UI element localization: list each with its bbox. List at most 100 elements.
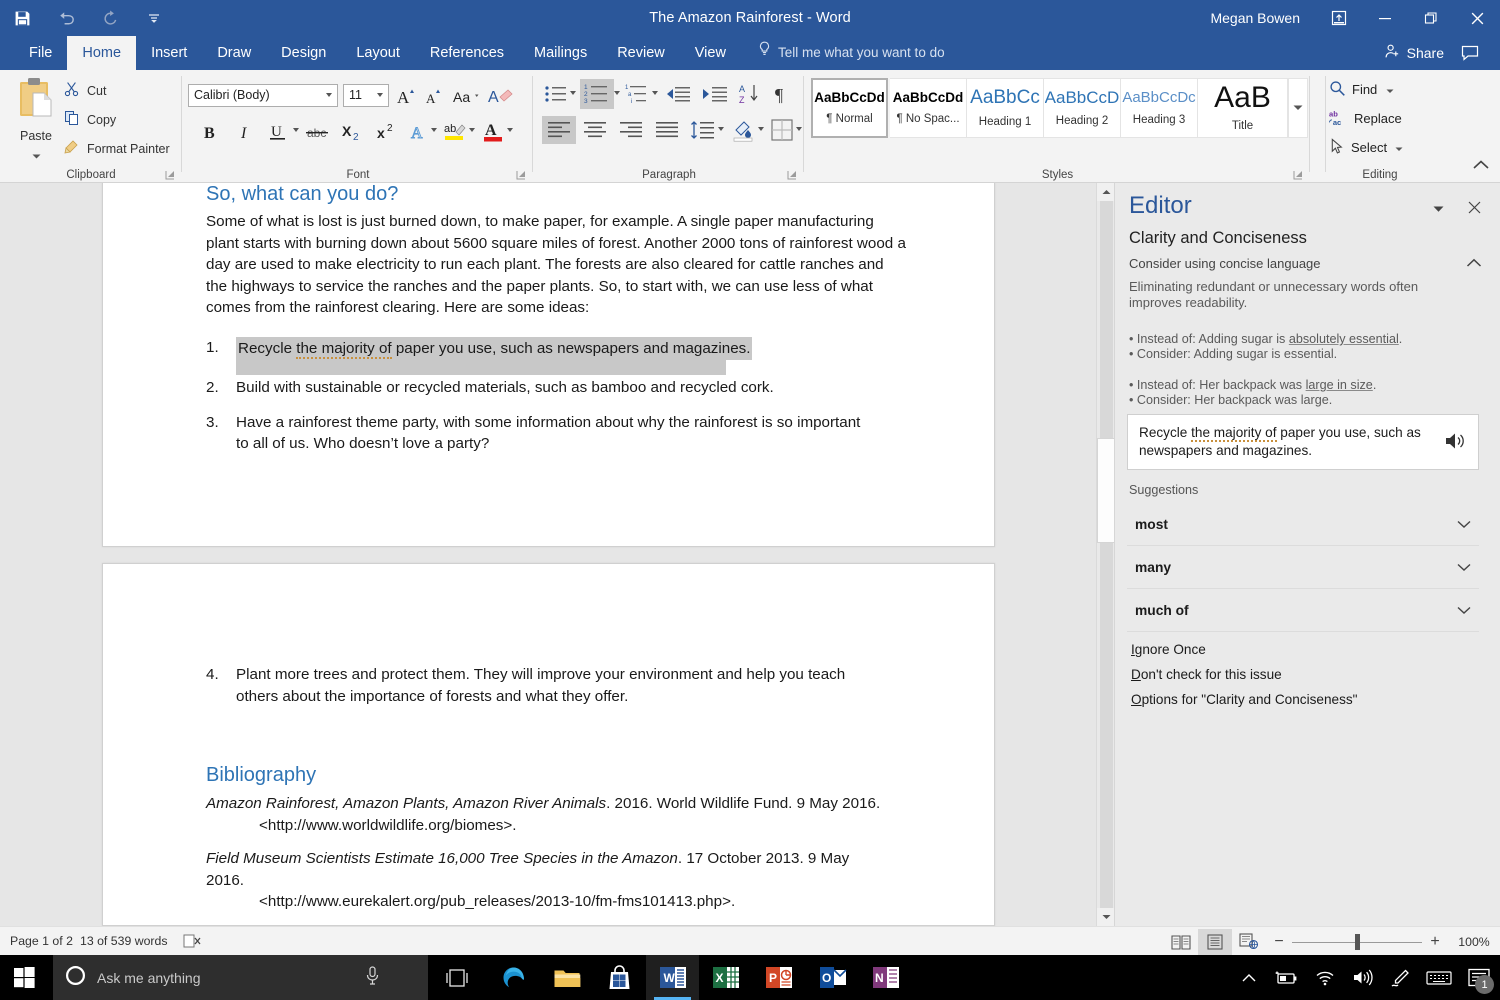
editor-collapse-icon[interactable] <box>1466 255 1484 273</box>
microphone-icon[interactable] <box>365 966 380 990</box>
grow-font-icon[interactable]: A <box>393 82 421 109</box>
show-hidden-icons-icon[interactable] <box>1230 955 1268 1000</box>
minimize-icon[interactable] <box>1362 0 1408 36</box>
account-name[interactable]: Megan Bowen <box>1210 0 1300 36</box>
underline-dropdown-icon[interactable] <box>293 128 299 132</box>
list-item-text[interactable]: Recycle the majority of paper you use, s… <box>236 337 752 361</box>
line-spacing-dropdown-icon[interactable] <box>718 127 724 131</box>
flagged-sentence-box[interactable]: Recycle the majority of paper you use, s… <box>1127 414 1479 470</box>
action-center-icon[interactable]: 1 <box>1458 955 1500 1000</box>
scroll-down-icon[interactable] <box>1097 908 1115 926</box>
tab-references[interactable]: References <box>415 36 519 70</box>
taskbar-app-onenote[interactable]: N <box>859 955 912 1000</box>
multilevel-list-icon[interactable]: 1ai <box>624 81 652 107</box>
zoom-level[interactable]: 100% <box>1448 935 1500 949</box>
tab-draw[interactable]: Draw <box>202 36 266 70</box>
style-heading-3[interactable]: AaBbCcDc Heading 3 <box>1121 78 1198 138</box>
line-spacing-icon[interactable] <box>688 116 718 144</box>
font-name-dropdown-icon[interactable] <box>326 93 332 97</box>
document-page-2[interactable]: 4. Plant more trees and protect them. Th… <box>102 563 995 926</box>
taskbar-app-excel[interactable]: X <box>699 955 752 1000</box>
font-size-dropdown-icon[interactable] <box>377 93 383 97</box>
options-link[interactable]: Options for "Clarity and Conciseness" <box>1131 692 1358 707</box>
volume-icon[interactable] <box>1344 955 1382 1000</box>
zoom-in-button[interactable]: + <box>1422 933 1448 951</box>
bullets-dropdown-icon[interactable] <box>570 91 576 95</box>
style-heading-1[interactable]: AaBbCc Heading 1 <box>967 78 1044 138</box>
underline-icon[interactable]: U <box>263 118 293 146</box>
read-aloud-icon[interactable] <box>1444 430 1468 454</box>
center-icon[interactable] <box>578 116 612 144</box>
editor-pane-menu-icon[interactable] <box>1428 199 1448 219</box>
taskbar-app-powerpoint[interactable]: P <box>752 955 805 1000</box>
borders-dropdown-icon[interactable] <box>796 127 802 131</box>
superscript-icon[interactable]: x2 <box>373 118 403 146</box>
borders-icon[interactable] <box>768 116 796 144</box>
tab-mailings[interactable]: Mailings <box>519 36 602 70</box>
select-button[interactable]: Select <box>1329 134 1403 161</box>
wifi-icon[interactable] <box>1306 955 1344 1000</box>
paragraph-dialog-launcher[interactable] <box>786 168 798 180</box>
ignore-once-link[interactable]: Ignore Once <box>1131 642 1206 657</box>
suggestion-most[interactable]: most <box>1127 503 1479 546</box>
collapse-ribbon-icon[interactable] <box>1472 158 1492 178</box>
align-left-icon[interactable] <box>542 116 576 144</box>
tab-review[interactable]: Review <box>602 36 680 70</box>
show-formatting-marks-icon[interactable]: ¶ <box>768 81 796 107</box>
tell-me-search[interactable]: Tell me what you want to do <box>758 36 945 70</box>
find-button[interactable]: Find <box>1329 76 1394 103</box>
flagged-phrase[interactable]: the majority of <box>296 340 391 359</box>
bullets-icon[interactable] <box>542 81 570 107</box>
chevron-down-icon[interactable] <box>1457 517 1471 532</box>
shrink-font-icon[interactable]: A <box>421 82 449 109</box>
scroll-up-icon[interactable] <box>1097 183 1115 201</box>
taskbar-app-word[interactable]: W <box>646 955 699 1000</box>
suggestion-much-of[interactable]: much of <box>1127 589 1479 632</box>
style-no-spacing[interactable]: AaBbCcDd ¶ No Spac... <box>890 78 967 138</box>
chevron-down-icon[interactable] <box>1457 603 1471 618</box>
list-item-text[interactable]: Build with sustainable or recycled mater… <box>236 377 774 399</box>
tab-view[interactable]: View <box>680 36 741 70</box>
copy-button[interactable]: Copy <box>64 107 120 132</box>
editor-pane-close-icon[interactable] <box>1462 195 1486 219</box>
clipboard-dialog-launcher[interactable] <box>164 168 176 180</box>
font-color-dropdown-icon[interactable] <box>507 128 513 132</box>
touch-keyboard-icon[interactable] <box>1420 955 1458 1000</box>
font-name-input[interactable]: Calibri (Body) <box>188 84 338 107</box>
zoom-out-button[interactable]: − <box>1266 933 1292 951</box>
select-dropdown-icon[interactable] <box>1395 140 1403 155</box>
text-highlight-dropdown-icon[interactable] <box>469 128 475 132</box>
text-highlight-color-icon[interactable]: ab <box>441 116 469 146</box>
style-heading-2[interactable]: AaBbCcD Heading 2 <box>1044 78 1121 138</box>
strikethrough-icon[interactable]: abc <box>303 118 333 146</box>
align-right-icon[interactable] <box>614 116 648 144</box>
read-mode-icon[interactable] <box>1164 929 1198 955</box>
subscript-icon[interactable]: X2 <box>338 118 368 146</box>
styles-dialog-launcher[interactable] <box>1292 168 1304 180</box>
suggestion-many[interactable]: many <box>1127 546 1479 589</box>
cut-button[interactable]: Cut <box>64 78 110 103</box>
paste-button[interactable]: Paste <box>8 74 64 166</box>
document-page-1[interactable]: So, what can you do? Some of what is los… <box>102 183 995 547</box>
change-case-icon[interactable]: Aa <box>451 82 485 109</box>
zoom-slider[interactable] <box>1292 929 1422 955</box>
scrollbar-track[interactable] <box>1100 201 1113 908</box>
scrollbar-thumb[interactable] <box>1097 438 1115 543</box>
taskbar-app-file-explorer[interactable] <box>540 955 593 1000</box>
format-painter-button[interactable]: Format Painter <box>64 136 174 161</box>
paste-dropdown-arrow-icon[interactable] <box>32 146 41 164</box>
chevron-down-icon[interactable] <box>1457 560 1471 575</box>
shading-dropdown-icon[interactable] <box>758 127 764 131</box>
web-layout-icon[interactable] <box>1232 929 1266 955</box>
find-dropdown-icon[interactable] <box>1386 82 1394 97</box>
share-button[interactable]: Share <box>1384 36 1444 70</box>
style-normal[interactable]: AaBbCcDd ¶ Normal <box>811 78 888 138</box>
tab-home[interactable]: Home <box>67 36 136 70</box>
ribbon-display-options-icon[interactable] <box>1316 0 1362 36</box>
list-item-text[interactable]: Have a rainforest theme party, with some… <box>236 412 861 455</box>
close-icon[interactable] <box>1454 0 1500 36</box>
bold-icon[interactable]: B <box>195 118 225 146</box>
taskbar-app-edge[interactable] <box>487 955 540 1000</box>
numbering-dropdown-icon[interactable] <box>614 91 620 95</box>
multilevel-list-dropdown-icon[interactable] <box>652 91 658 95</box>
